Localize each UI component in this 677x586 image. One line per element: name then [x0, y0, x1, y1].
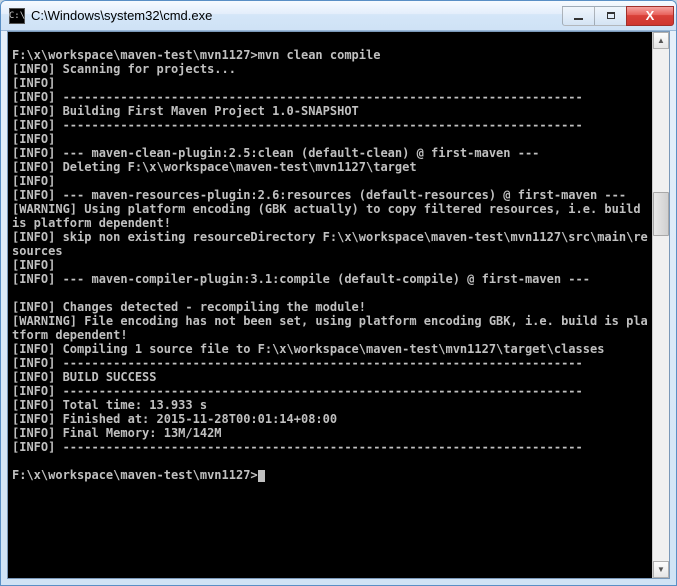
console-line: [INFO] — [12, 174, 55, 188]
titlebar[interactable]: C:\ C:\Windows\system32\cmd.exe X — [1, 1, 676, 31]
close-button[interactable]: X — [626, 6, 674, 26]
console-line: [INFO] Scanning for projects... — [12, 62, 236, 76]
console-line: [INFO] — [12, 76, 55, 90]
console-line: [INFO] Final Memory: 13M/142M — [12, 426, 222, 440]
client-area: F:\x\workspace\maven-test\mvn1127>mvn cl… — [7, 31, 670, 579]
console-output[interactable]: F:\x\workspace\maven-test\mvn1127>mvn cl… — [8, 32, 652, 578]
console-line: [INFO] --- maven-compiler-plugin:3.1:com… — [12, 272, 590, 286]
console-line: [INFO] Compiling 1 source file to F:\x\w… — [12, 342, 604, 356]
close-icon: X — [646, 9, 655, 22]
console-line: [INFO] Deleting F:\x\workspace\maven-tes… — [12, 160, 417, 174]
scrollbar-track[interactable] — [653, 49, 669, 561]
minimize-button[interactable] — [562, 6, 594, 26]
cmd-icon: C:\ — [9, 8, 25, 24]
scroll-up-button[interactable]: ▲ — [653, 32, 669, 49]
console-line: [WARNING] File encoding has not been set… — [12, 314, 648, 342]
chevron-down-icon: ▼ — [657, 565, 665, 574]
scrollbar-thumb[interactable] — [653, 192, 669, 236]
maximize-button[interactable] — [594, 6, 626, 26]
console-line: [INFO] — [12, 132, 55, 146]
cmd-window: C:\ C:\Windows\system32\cmd.exe X F:\x\w… — [0, 0, 677, 586]
console-line: [INFO] — [12, 258, 55, 272]
console-line: [INFO] --- maven-resources-plugin:2.6:re… — [12, 188, 626, 202]
console-line: [INFO] ---------------------------------… — [12, 118, 583, 132]
console-line: [INFO] Changes detected - recompiling th… — [12, 300, 366, 314]
window-controls: X — [562, 6, 674, 26]
console-line: [INFO] ---------------------------------… — [12, 384, 583, 398]
chevron-up-icon: ▲ — [657, 36, 665, 45]
window-title: C:\Windows\system32\cmd.exe — [31, 8, 562, 23]
console-line: [WARNING] Using platform encoding (GBK a… — [12, 202, 648, 230]
scroll-down-button[interactable]: ▼ — [653, 561, 669, 578]
console-line: F:\x\workspace\maven-test\mvn1127>mvn cl… — [12, 48, 380, 62]
console-line: [INFO] BUILD SUCCESS — [12, 370, 157, 384]
console-line: [INFO] ---------------------------------… — [12, 440, 583, 454]
console-line: [INFO] --- maven-clean-plugin:2.5:clean … — [12, 146, 539, 160]
console-line: [INFO] ---------------------------------… — [12, 356, 583, 370]
console-line: [INFO] Finished at: 2015-11-28T00:01:14+… — [12, 412, 337, 426]
cursor-icon — [258, 470, 265, 482]
console-line: [INFO] Building First Maven Project 1.0-… — [12, 104, 359, 118]
console-line: [INFO] ---------------------------------… — [12, 90, 583, 104]
console-prompt: F:\x\workspace\maven-test\mvn1127> — [12, 468, 258, 482]
vertical-scrollbar[interactable]: ▲ ▼ — [652, 32, 669, 578]
console-line: [INFO] skip non existing resourceDirecto… — [12, 230, 648, 258]
console-line: [INFO] Total time: 13.933 s — [12, 398, 207, 412]
